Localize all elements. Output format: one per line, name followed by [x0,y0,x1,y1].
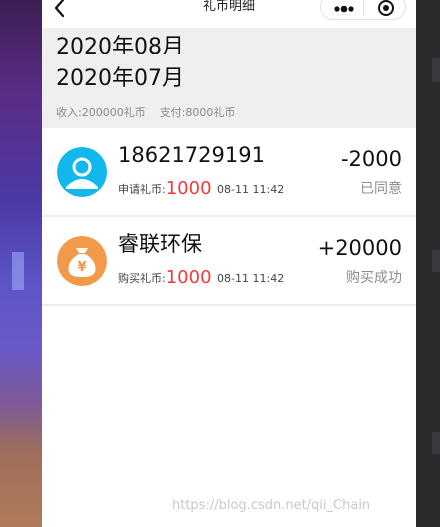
previous-month-label[interactable]: 2020年08月 [56,33,184,54]
current-month-label[interactable]: 2020年07月 [56,65,184,93]
record-name: 睿联环保 [118,232,202,256]
record-meta-label: 购买礼币: [118,272,166,285]
record-status: 购买成功 [346,270,402,286]
capsule-divider [363,1,364,15]
background-stripe [432,432,440,454]
record-time: 08-11 11:42 [217,183,285,196]
background-left [0,0,42,527]
svg-text:¥: ¥ [77,260,86,275]
background-stripe [432,250,440,272]
record-coins: 1000 [165,267,212,288]
nav-bar: 礼币明细 [42,0,416,28]
background-right [416,0,440,527]
record-coins: 1000 [165,178,212,199]
expense-total: 支付:8000礼币 [159,106,236,119]
month-summary: 收入:200000礼币 支付:8000礼币 [56,104,235,120]
background-stripe [432,58,440,82]
watermark-text: https://blog.csdn.net/qii_Chain [172,498,371,513]
record-name: 18621729191 [118,143,265,167]
record-amount: -2000 [340,147,402,171]
phone-screen: 礼币明细 2020年08月 2020年07月 收入:200000礼币 支付:80… [42,0,416,527]
record-time: 08-11 11:42 [217,272,285,285]
record-list: 18621729191 申请礼币:1000 08-11 11:42 -2000 … [42,128,416,306]
capsule-menu [320,0,406,20]
background-fragment [12,252,24,290]
record-meta-label: 申请礼币: [118,183,166,196]
money-bag-icon: ¥ [57,236,107,286]
list-item[interactable]: ¥ 睿联环保 购买礼币:1000 08-11 11:42 +20000 购买成功 [42,217,416,306]
record-amount: +20000 [317,236,402,260]
income-total: 收入:200000礼币 [56,106,146,119]
more-dots-icon[interactable] [329,0,359,19]
record-meta: 申请礼币:1000 08-11 11:42 [118,177,284,202]
record-meta: 购买礼币:1000 08-11 11:42 [118,266,284,291]
record-status: 已同意 [360,181,402,197]
target-close-icon[interactable] [373,0,399,19]
month-header: 2020年08月 2020年07月 收入:200000礼币 支付:8000礼币 [42,28,416,128]
user-avatar-icon [57,147,107,197]
list-item[interactable]: 18621729191 申请礼币:1000 08-11 11:42 -2000 … [42,128,416,217]
